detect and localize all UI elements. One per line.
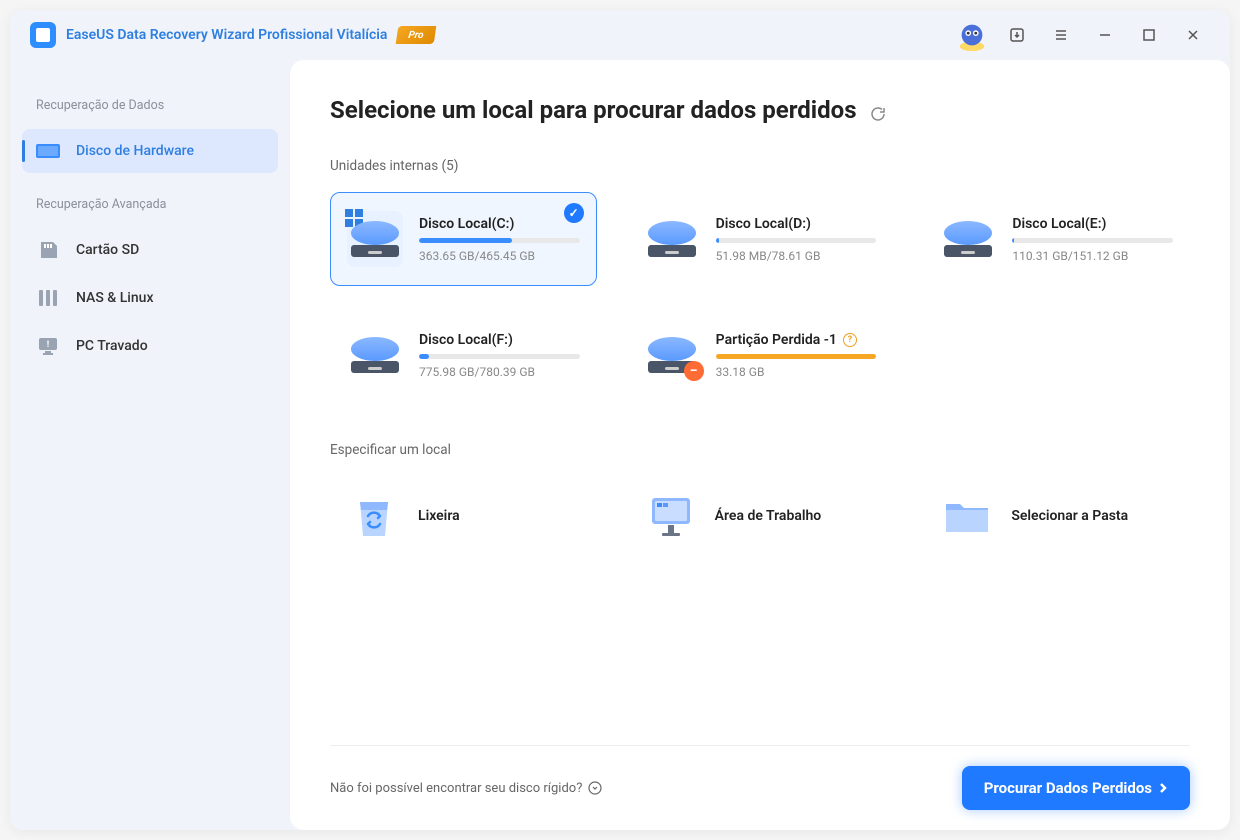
drive-icon: −	[644, 327, 700, 383]
app-body: Recuperação de Dados Disco de Hardware R…	[10, 60, 1230, 830]
footer-help-text: Não foi possível encontrar seu disco ríg…	[330, 781, 582, 796]
account-avatar-icon[interactable]	[954, 17, 990, 53]
drive-size: 33.18 GB	[716, 365, 877, 379]
hardware-disk-icon	[36, 141, 60, 161]
close-button[interactable]	[1176, 18, 1210, 52]
download-icon[interactable]	[1000, 18, 1034, 52]
info-icon[interactable]: ?	[843, 333, 857, 347]
sidebar-item-label: NAS & Linux	[76, 290, 154, 306]
scan-button[interactable]: Procurar Dados Perdidos	[962, 766, 1190, 810]
drive-size: 775.98 GB/780.39 GB	[419, 365, 580, 379]
sidebar-item-label: PC Travado	[76, 338, 148, 354]
drive-grid: ✓ Disco Local(C:) 363.65 GB/465.45 GB	[330, 192, 1190, 402]
location-grid: Lixeira Área de Trabalho Selecionar a Pa…	[330, 476, 1190, 556]
location-name: Selecionar a Pasta	[1011, 508, 1128, 524]
drive-usage-bar	[419, 238, 580, 243]
drive-card-f[interactable]: Disco Local(F:) 775.98 GB/780.39 GB	[330, 308, 597, 402]
location-name: Área de Trabalho	[715, 508, 822, 524]
drive-usage-bar	[716, 238, 877, 243]
refresh-icon[interactable]	[869, 101, 887, 119]
sidebar-item-label: Disco de Hardware	[76, 143, 194, 159]
sd-card-icon	[36, 240, 60, 260]
sidebar-item-label: Cartão SD	[76, 242, 139, 258]
sidebar-item-nas-linux[interactable]: NAS & Linux	[22, 276, 278, 320]
location-recycle-bin[interactable]: Lixeira	[330, 476, 597, 556]
sidebar-item-sd-card[interactable]: Cartão SD	[22, 228, 278, 272]
main-panel: Selecione um local para procurar dados p…	[290, 60, 1230, 830]
crashed-pc-icon: !	[36, 336, 60, 356]
drive-usage-bar	[716, 354, 877, 359]
app-window: EaseUS Data Recovery Wizard Profissional…	[10, 10, 1230, 830]
chevron-right-icon	[1158, 781, 1168, 795]
sidebar-section-advanced: Recuperação Avançada	[22, 189, 278, 224]
sidebar-item-hardware-disk[interactable]: Disco de Hardware	[22, 129, 278, 173]
location-desktop[interactable]: Área de Trabalho	[627, 476, 894, 556]
drive-usage-bar	[1012, 238, 1173, 243]
drive-icon	[347, 327, 403, 383]
menu-icon[interactable]	[1044, 18, 1078, 52]
location-name: Lixeira	[418, 508, 460, 524]
drive-icon	[940, 211, 996, 267]
drive-name: Partição Perdida -1 ?	[716, 332, 877, 348]
svg-text:!: !	[47, 340, 49, 350]
desktop-icon	[643, 488, 699, 544]
drive-card-d[interactable]: Disco Local(D:) 51.98 MB/78.61 GB	[627, 192, 894, 286]
footer: Não foi possível encontrar seu disco ríg…	[330, 745, 1190, 830]
drive-card-c[interactable]: ✓ Disco Local(C:) 363.65 GB/465.45 GB	[330, 192, 597, 286]
recycle-bin-icon	[346, 488, 402, 544]
lost-partition-badge-icon: −	[684, 361, 704, 381]
drive-card-lost-partition[interactable]: − Partição Perdida -1 ? 33.18 GB	[627, 308, 894, 402]
scan-button-label: Procurar Dados Perdidos	[984, 779, 1152, 797]
app-logo-icon	[30, 22, 56, 48]
drive-usage-bar	[419, 354, 580, 359]
nas-icon	[36, 288, 60, 308]
titlebar: EaseUS Data Recovery Wizard Profissional…	[10, 10, 1230, 60]
pro-badge: Pro	[396, 26, 437, 44]
drive-size: 51.98 MB/78.61 GB	[716, 249, 877, 263]
drive-size: 110.31 GB/151.12 GB	[1012, 249, 1173, 263]
page-heading: Selecione um local para procurar dados p…	[330, 96, 1190, 124]
app-title: EaseUS Data Recovery Wizard Profissional…	[66, 27, 387, 43]
drive-name: Disco Local(E:)	[1012, 216, 1173, 232]
page-heading-text: Selecione um local para procurar dados p…	[330, 96, 857, 124]
minimize-button[interactable]	[1088, 18, 1122, 52]
drive-icon	[347, 211, 403, 267]
drive-name-text: Partição Perdida -1	[716, 332, 837, 348]
location-select-folder[interactable]: Selecionar a Pasta	[923, 476, 1190, 556]
maximize-button[interactable]	[1132, 18, 1166, 52]
sidebar-section-data-recovery: Recuperação de Dados	[22, 90, 278, 125]
drive-name: Disco Local(D:)	[716, 216, 877, 232]
folder-icon	[939, 488, 995, 544]
drive-name: Disco Local(F:)	[419, 332, 580, 348]
drive-icon	[644, 211, 700, 267]
sidebar: Recuperação de Dados Disco de Hardware R…	[10, 60, 290, 830]
check-icon: ✓	[564, 203, 584, 223]
chevron-down-icon	[588, 781, 602, 795]
drive-size: 363.65 GB/465.45 GB	[419, 249, 580, 263]
specify-location-label: Especificar um local	[330, 442, 1190, 458]
drive-name: Disco Local(C:)	[419, 216, 580, 232]
internal-drives-label: Unidades internas (5)	[330, 158, 1190, 174]
drive-card-e[interactable]: Disco Local(E:) 110.31 GB/151.12 GB	[923, 192, 1190, 286]
footer-help-link[interactable]: Não foi possível encontrar seu disco ríg…	[330, 781, 602, 796]
sidebar-item-crashed-pc[interactable]: ! PC Travado	[22, 324, 278, 368]
